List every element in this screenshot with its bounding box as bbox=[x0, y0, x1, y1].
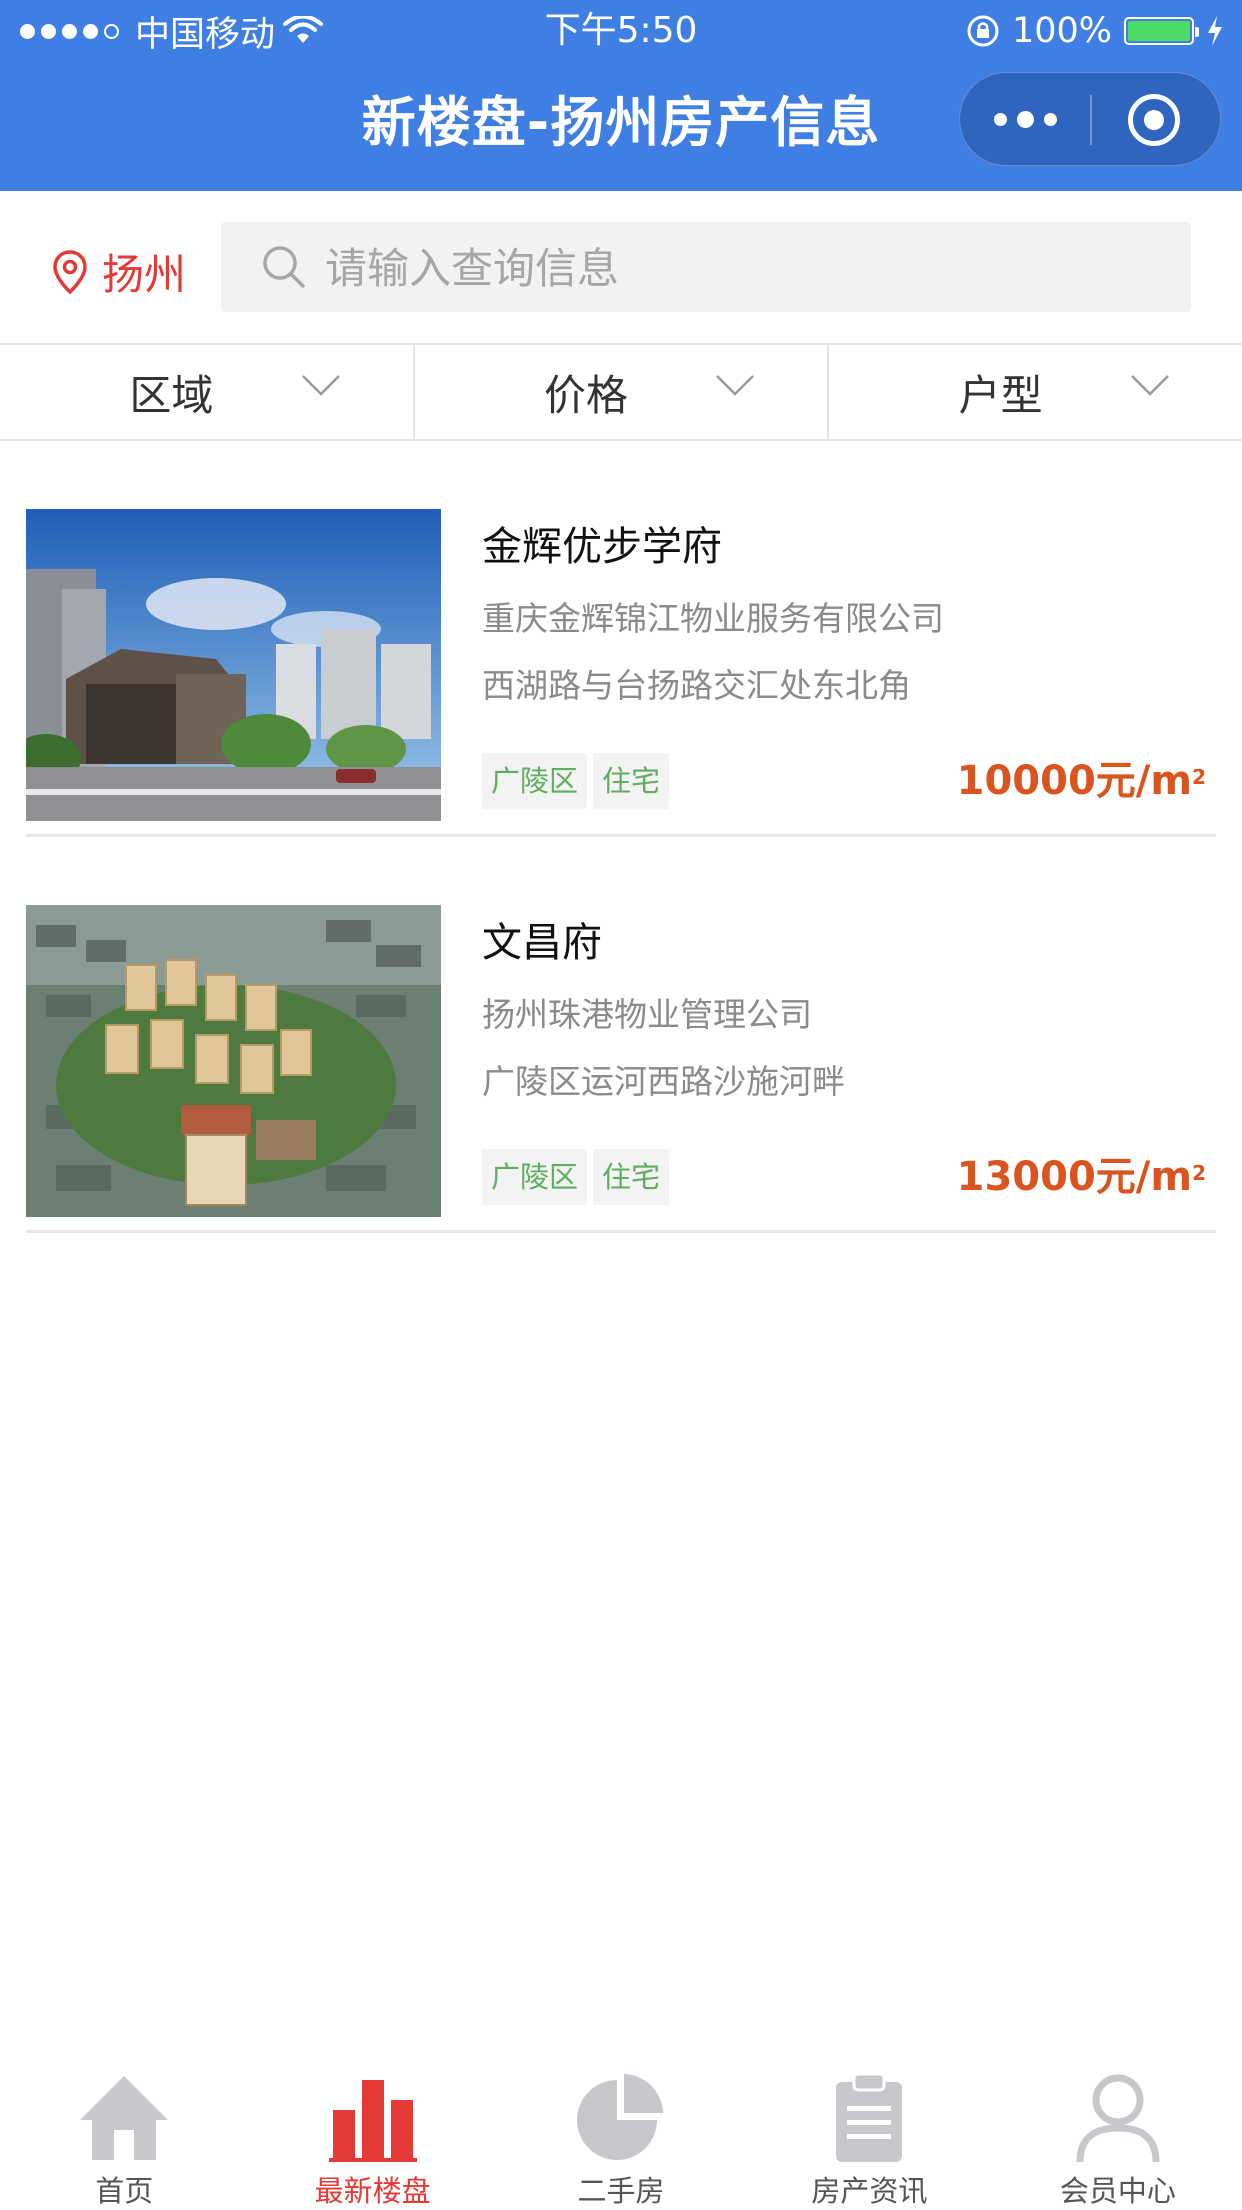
listing-item[interactable]: 文昌府 扬州珠港物业管理公司 广陵区运河西路沙施河畔 广陵区 住宅 13000元… bbox=[26, 837, 1216, 1233]
filter-district[interactable]: 区域 bbox=[0, 345, 413, 439]
listing-price: 10000元/m2 bbox=[957, 753, 1206, 809]
chevron-down-icon bbox=[716, 375, 755, 396]
clipboard-icon bbox=[836, 2072, 903, 2162]
status-right: 100% bbox=[966, 8, 1224, 54]
tab-member-center[interactable]: 会员中心 bbox=[994, 2060, 1242, 2208]
capsule-divider bbox=[1090, 95, 1092, 145]
tab-bar: 首页 最新楼盘 二手房 房产资讯 会员中心 bbox=[0, 2060, 1242, 2208]
listing-company: 重庆金辉锦江物业服务有限公司 bbox=[482, 599, 944, 638]
price-unit-superscript: 2 bbox=[1192, 1161, 1206, 1185]
tab-new-properties[interactable]: 最新楼盘 bbox=[248, 2060, 496, 2208]
filter-price-label: 价格 bbox=[544, 370, 629, 420]
listing-name: 文昌府 bbox=[482, 920, 602, 966]
tab-label: 会员中心 bbox=[1059, 2174, 1176, 2208]
tab-label: 房产资讯 bbox=[811, 2174, 928, 2208]
tag-district: 广陵区 bbox=[482, 1149, 588, 1205]
header: 中国移动 下午5:50 100% 新楼盘-扬州房产信息 bbox=[0, 0, 1242, 191]
tag-district: 广陵区 bbox=[482, 753, 588, 809]
listing-price-value: 13000元/m bbox=[956, 1154, 1193, 1200]
miniprogram-capsule bbox=[959, 72, 1221, 166]
chevron-down-icon bbox=[301, 375, 340, 396]
listing-photo bbox=[26, 905, 441, 1217]
rotation-lock-icon bbox=[967, 15, 999, 47]
bar-chart-icon bbox=[328, 2080, 417, 2162]
filter-layout[interactable]: 户型 bbox=[827, 345, 1242, 439]
search-input[interactable] bbox=[323, 222, 1167, 314]
status-bar: 中国移动 下午5:50 100% bbox=[0, 0, 1242, 62]
filter-bar: 区域 价格 户型 bbox=[0, 343, 1242, 441]
listing-tags: 广陵区 住宅 bbox=[482, 1149, 670, 1205]
city-selector[interactable]: 扬州 bbox=[52, 241, 186, 302]
tag-type: 住宅 bbox=[593, 753, 670, 809]
charging-bolt-icon bbox=[1208, 16, 1222, 46]
listing-info: 金辉优步学府 重庆金辉锦江物业服务有限公司 西湖路与台扬路交汇处东北角 bbox=[482, 517, 1216, 709]
search-box[interactable] bbox=[221, 222, 1191, 314]
listing-tags: 广陵区 住宅 bbox=[482, 753, 670, 809]
listing-price-value: 10000元/m bbox=[956, 758, 1193, 804]
listing-photo bbox=[26, 509, 441, 821]
city-name: 扬州 bbox=[102, 250, 187, 299]
listing-company: 扬州珠港物业管理公司 bbox=[482, 995, 812, 1034]
listing-info: 文昌府 扬州珠港物业管理公司 广陵区运河西路沙施河畔 bbox=[482, 913, 1216, 1105]
tab-news[interactable]: 房产资讯 bbox=[745, 2060, 993, 2208]
tab-second-hand[interactable]: 二手房 bbox=[497, 2060, 745, 2208]
close-miniprogram-button[interactable] bbox=[1128, 94, 1180, 146]
battery-icon bbox=[1124, 17, 1199, 45]
listing-list: 金辉优步学府 重庆金辉锦江物业服务有限公司 西湖路与台扬路交汇处东北角 广陵区 … bbox=[26, 441, 1216, 1233]
listing-price: 13000元/m2 bbox=[957, 1149, 1206, 1205]
listing-address: 广陵区运河西路沙施河畔 bbox=[482, 1062, 845, 1101]
tab-home[interactable]: 首页 bbox=[0, 2060, 248, 2208]
more-dots-icon bbox=[993, 112, 1007, 126]
more-options-button[interactable] bbox=[960, 73, 1090, 165]
search-icon bbox=[263, 246, 305, 288]
battery-percent: 100% bbox=[1011, 11, 1112, 51]
user-icon bbox=[1076, 2074, 1160, 2163]
home-icon bbox=[80, 2076, 169, 2160]
tab-label: 二手房 bbox=[577, 2174, 665, 2208]
listing-item[interactable]: 金辉优步学府 重庆金辉锦江物业服务有限公司 西湖路与台扬路交汇处东北角 广陵区 … bbox=[26, 441, 1216, 837]
tag-type: 住宅 bbox=[593, 1149, 670, 1205]
battery-level bbox=[1128, 21, 1190, 41]
price-unit-superscript: 2 bbox=[1192, 765, 1206, 789]
tab-label: 首页 bbox=[95, 2174, 154, 2208]
search-row: 扬州 bbox=[0, 191, 1242, 343]
listing-name: 金辉优步学府 bbox=[482, 524, 722, 570]
listing-address: 西湖路与台扬路交汇处东北角 bbox=[482, 666, 911, 705]
tab-label: 最新楼盘 bbox=[314, 2174, 431, 2208]
filter-layout-label: 户型 bbox=[958, 370, 1043, 420]
location-pin-icon bbox=[53, 249, 87, 294]
chevron-down-icon bbox=[1131, 375, 1169, 396]
filter-price[interactable]: 价格 bbox=[412, 345, 828, 439]
filter-district-label: 区域 bbox=[129, 370, 214, 420]
pie-chart-icon bbox=[577, 2074, 664, 2160]
